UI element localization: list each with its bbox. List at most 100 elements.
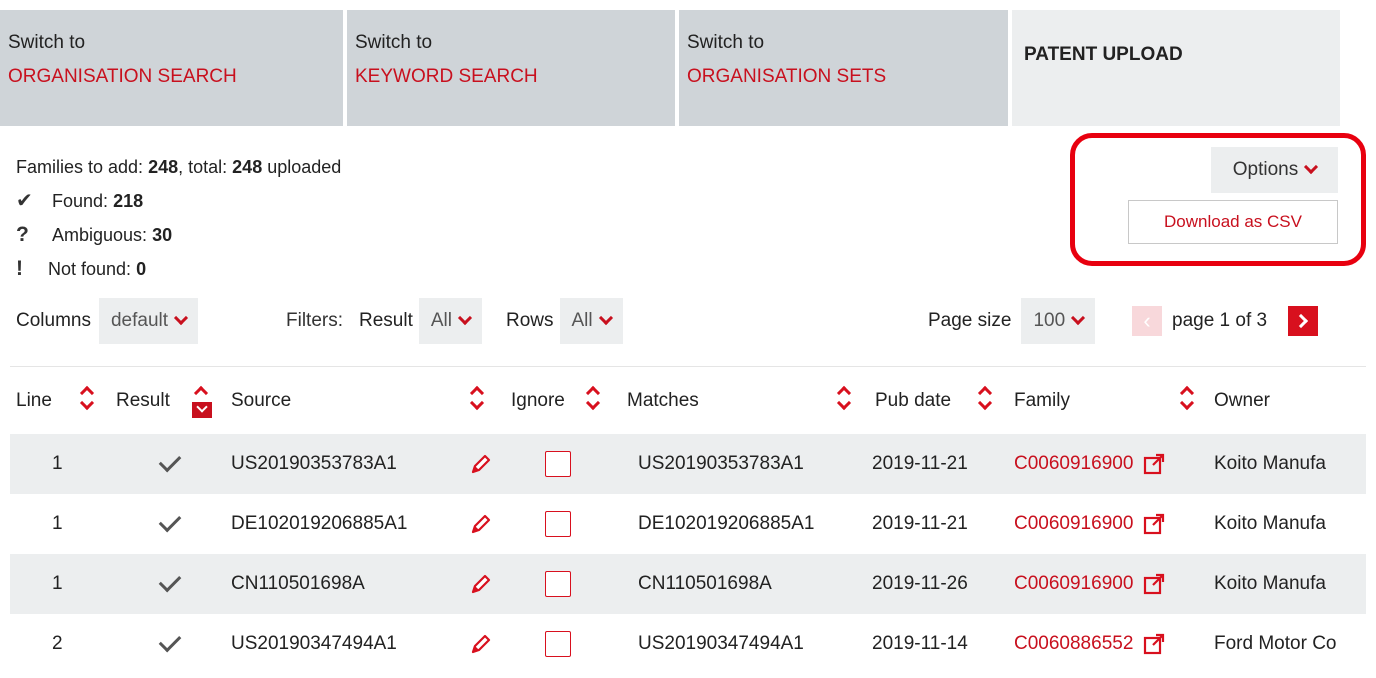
- edit-pencil-icon[interactable]: [470, 494, 492, 554]
- cell-owner: Ford Motor Co: [1214, 633, 1337, 654]
- header-pubdate: Pub date: [875, 390, 952, 411]
- rows-filter-value: All: [571, 310, 593, 331]
- cell-owner: Koito Manufa: [1214, 453, 1326, 474]
- rows-filter-select[interactable]: All: [559, 298, 623, 344]
- table-header: Line Result Source Ignore Matches Pub da…: [10, 366, 1366, 434]
- family-link[interactable]: C0060916900: [1014, 573, 1133, 595]
- sort-pubdate-icon[interactable]: [977, 384, 994, 418]
- family-link-cell: C0060916900: [1014, 434, 1165, 494]
- sort-family-icon[interactable]: [1179, 384, 1196, 418]
- tab-keyword-search[interactable]: Switch to KEYWORD SEARCH: [347, 10, 675, 126]
- next-page-button[interactable]: [1288, 306, 1318, 336]
- chevron-down-icon: [598, 310, 613, 326]
- exclamation-icon: !: [16, 257, 23, 280]
- cell-owner: Koito Manufa: [1214, 513, 1326, 534]
- table-row: 2 US20190347494A1 US20190347494A1 2019-1…: [10, 614, 1366, 674]
- tab-prefix: Switch to: [355, 32, 433, 53]
- family-link-cell: C0060886552: [1014, 614, 1165, 674]
- external-link-icon[interactable]: [1143, 453, 1165, 475]
- total-count: 248: [232, 157, 263, 177]
- rows-filter-label: Rows: [505, 310, 554, 331]
- sort-result-active-icon[interactable]: [192, 384, 212, 420]
- chevron-down-icon: [457, 310, 473, 326]
- page-size-select[interactable]: 100: [1021, 298, 1096, 344]
- cell-line: 1: [52, 453, 63, 474]
- columns-select[interactable]: default: [98, 298, 199, 344]
- notfound-count: 0: [136, 259, 147, 279]
- page-info: page 1 of 3: [1172, 310, 1268, 331]
- found-summary: ✔ Found: 218: [16, 184, 341, 218]
- cell-owner: Koito Manufa: [1214, 573, 1326, 594]
- cell-source: DE102019206885A1: [231, 513, 408, 534]
- notfound-summary: ! Not found: 0: [16, 252, 341, 286]
- chevron-down-icon: [173, 310, 189, 326]
- found-count: 218: [113, 191, 144, 211]
- tab-title-patent-upload: PATENT UPLOAD: [1024, 44, 1183, 65]
- cell-matches: US20190353783A1: [638, 453, 804, 474]
- previous-page-button[interactable]: ‹: [1132, 306, 1162, 336]
- result-found-check-icon: [158, 494, 182, 554]
- table-body: 1 US20190353783A1 US20190353783A1 2019-1…: [10, 434, 1366, 674]
- sort-line-icon[interactable]: [79, 384, 96, 418]
- ambiguous-summary: ? Ambiguous: 30: [16, 218, 341, 252]
- tab-patent-upload: PATENT UPLOAD: [1012, 10, 1340, 126]
- external-link-icon[interactable]: [1143, 633, 1165, 655]
- sort-matches-icon[interactable]: [836, 384, 853, 418]
- table-row: 1 CN110501698A CN110501698A 2019-11-26 C…: [10, 554, 1366, 614]
- tab-prefix: Switch to: [687, 32, 765, 53]
- ignore-checkbox[interactable]: [545, 554, 571, 614]
- cell-pubdate: 2019-11-21: [872, 513, 968, 534]
- ignore-checkbox[interactable]: [545, 494, 571, 554]
- tab-organisation-search[interactable]: Switch to ORGANISATION SEARCH: [0, 10, 343, 126]
- tab-link-keyword-search[interactable]: KEYWORD SEARCH: [355, 64, 675, 90]
- ignore-checkbox[interactable]: [545, 434, 571, 494]
- ambiguous-label: Ambiguous:: [52, 225, 148, 245]
- columns-control: Columns default: [16, 298, 199, 344]
- result-filter-select[interactable]: All: [418, 298, 482, 344]
- edit-pencil-icon[interactable]: [470, 554, 492, 614]
- ambiguous-count: 30: [152, 225, 173, 245]
- cell-source: CN110501698A: [231, 573, 365, 594]
- tab-prefix: Switch to: [8, 32, 86, 53]
- families-count: 248: [148, 157, 179, 177]
- download-csv-menu-item[interactable]: Download as CSV: [1128, 200, 1338, 244]
- tab-link-organisation-sets[interactable]: ORGANISATION SETS: [687, 64, 1008, 90]
- header-result: Result: [116, 390, 170, 411]
- found-label: Found:: [52, 191, 109, 211]
- cell-matches: DE102019206885A1: [638, 513, 815, 534]
- cell-line: 1: [52, 573, 63, 594]
- result-found-check-icon: [158, 434, 182, 494]
- cell-matches: US20190347494A1: [638, 633, 804, 654]
- header-matches: Matches: [627, 390, 699, 411]
- edit-pencil-icon[interactable]: [470, 434, 492, 494]
- family-link[interactable]: C0060916900: [1014, 513, 1133, 535]
- checkmark-icon: ✔: [16, 190, 33, 212]
- columns-label: Columns: [16, 310, 91, 331]
- cell-source: US20190347494A1: [231, 633, 397, 654]
- edit-pencil-icon[interactable]: [470, 614, 492, 674]
- external-link-icon[interactable]: [1143, 513, 1165, 535]
- header-owner: Owner: [1214, 390, 1270, 411]
- family-link[interactable]: C0060886552: [1014, 633, 1133, 655]
- table-row: 1 US20190353783A1 US20190353783A1 2019-1…: [10, 434, 1366, 494]
- families-label: Families to add:: [16, 157, 144, 177]
- columns-value: default: [110, 310, 169, 331]
- result-found-check-icon: [158, 614, 182, 674]
- chevron-right-icon: [1293, 313, 1309, 329]
- tab-organisation-sets[interactable]: Switch to ORGANISATION SETS: [679, 10, 1008, 126]
- external-link-icon[interactable]: [1143, 573, 1165, 595]
- table-row: 1 DE102019206885A1 DE102019206885A1 2019…: [10, 494, 1366, 554]
- family-link[interactable]: C0060916900: [1014, 453, 1133, 475]
- chevron-down-icon: [1304, 159, 1319, 175]
- options-dropdown-button[interactable]: Options: [1211, 147, 1338, 193]
- header-family: Family: [1014, 390, 1070, 411]
- sort-ignore-icon[interactable]: [585, 384, 602, 418]
- sort-source-icon[interactable]: [469, 384, 486, 418]
- page-size-control: Page size 100: [928, 298, 1096, 344]
- total-label: , total:: [178, 157, 228, 177]
- page-size-label: Page size: [928, 310, 1012, 331]
- tab-link-organisation-search[interactable]: ORGANISATION SEARCH: [8, 64, 343, 90]
- cell-pubdate: 2019-11-26: [872, 573, 968, 594]
- cell-pubdate: 2019-11-21: [872, 453, 968, 474]
- ignore-checkbox[interactable]: [545, 614, 571, 674]
